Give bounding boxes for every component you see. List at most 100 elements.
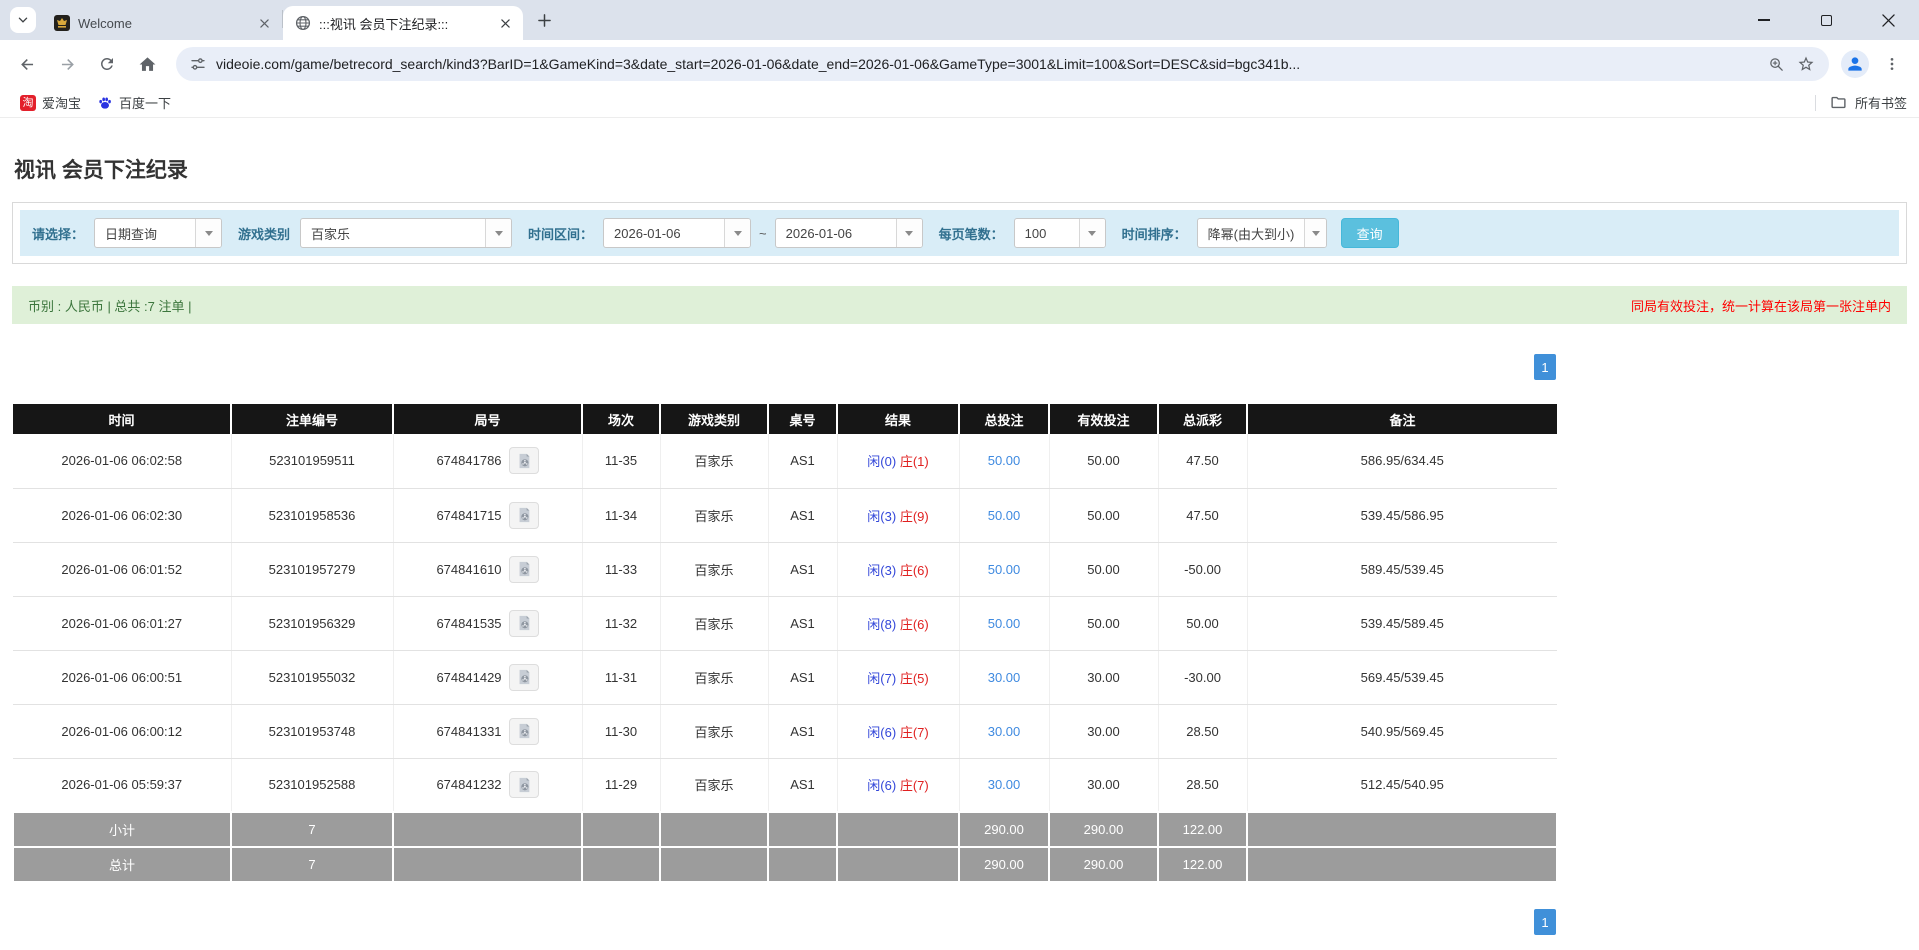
site-info-icon[interactable] <box>190 56 206 72</box>
tab-close-icon[interactable] <box>497 15 513 31</box>
cell-game-kind: 百家乐 <box>660 542 768 596</box>
date-end-dropdown[interactable]: 2026-01-06 <box>775 218 923 248</box>
tab-close-icon[interactable] <box>256 15 272 31</box>
cell-valid-bet: 30.00 <box>1049 650 1158 704</box>
cell-round: 674841331 <box>393 704 582 758</box>
round-number: 674841535 <box>436 616 501 631</box>
cell-table-no: AS1 <box>768 758 837 812</box>
chevron-down-icon[interactable] <box>485 219 511 247</box>
browser-tab-strip: Welcome :::视讯 会员下注纪录::: <box>0 0 1919 40</box>
cell-result: 闲(3) 庄(6) <box>837 542 959 596</box>
bookmarks-divider <box>1815 95 1816 111</box>
video-replay-button[interactable] <box>509 447 539 474</box>
round-number: 674841232 <box>436 777 501 792</box>
foot-total-bet: 290.00 <box>959 847 1049 882</box>
video-replay-button[interactable] <box>509 610 539 637</box>
cell-table-no: AS1 <box>768 488 837 542</box>
chevron-down-icon[interactable] <box>1304 219 1325 247</box>
total-bet-link[interactable]: 50.00 <box>988 453 1021 468</box>
url-text[interactable]: videoie.com/game/betrecord_search/kind3?… <box>216 56 1758 72</box>
browser-toolbar: videoie.com/game/betrecord_search/kind3?… <box>0 40 1919 88</box>
back-button[interactable] <box>10 47 44 81</box>
cell-payout: 47.50 <box>1158 434 1247 488</box>
profile-avatar[interactable] <box>1841 50 1869 78</box>
cell-result: 闲(0) 庄(1) <box>837 434 959 488</box>
round-number: 674841715 <box>436 508 501 523</box>
tab-betrecord[interactable]: :::视讯 会员下注纪录::: <box>283 6 523 40</box>
per-page-dropdown[interactable]: 100 <box>1014 218 1106 248</box>
new-tab-button[interactable] <box>531 7 557 33</box>
video-replay-button[interactable] <box>509 664 539 691</box>
total-bet-link[interactable]: 50.00 <box>988 616 1021 631</box>
total-bet-link[interactable]: 50.00 <box>988 508 1021 523</box>
bookmark-taobao[interactable]: 淘 爱淘宝 <box>12 91 89 115</box>
address-bar[interactable]: videoie.com/game/betrecord_search/kind3?… <box>176 47 1829 81</box>
total-bet-link[interactable]: 30.00 <box>988 724 1021 739</box>
minimize-button[interactable] <box>1733 0 1795 40</box>
cell-round: 674841232 <box>393 758 582 812</box>
result-player: 闲(3) <box>867 563 896 578</box>
select-type-dropdown[interactable]: 日期查询 <box>94 218 222 248</box>
cell-valid-bet: 50.00 <box>1049 434 1158 488</box>
reload-button[interactable] <box>90 47 124 81</box>
cell-result: 闲(7) 庄(5) <box>837 650 959 704</box>
cell-round: 674841429 <box>393 650 582 704</box>
sort-dropdown[interactable]: 降幂(由大到小) <box>1197 218 1327 248</box>
cell-valid-bet: 30.00 <box>1049 758 1158 812</box>
menu-icon[interactable] <box>1875 47 1909 81</box>
cell-note: 586.95/634.45 <box>1247 434 1557 488</box>
taobao-icon: 淘 <box>20 95 36 111</box>
foot-total-bet: 290.00 <box>959 812 1049 847</box>
search-button[interactable]: 查询 <box>1341 218 1399 248</box>
bookmark-star-icon[interactable] <box>1797 55 1815 73</box>
page-title: 视讯 会员下注纪录 <box>12 118 1907 202</box>
date-start-dropdown[interactable]: 2026-01-06 <box>603 218 751 248</box>
baidu-paw-icon <box>97 95 113 111</box>
home-button[interactable] <box>130 47 164 81</box>
total-bet-link[interactable]: 30.00 <box>988 670 1021 685</box>
video-replay-icon <box>516 615 532 631</box>
bet-record-table: 时间注单编号局号场次游戏类别桌号结果总投注有效投注总派彩备注 2026-01-0… <box>12 404 1558 883</box>
total-bet-link[interactable]: 50.00 <box>988 562 1021 577</box>
tab-search-button[interactable] <box>10 7 36 33</box>
video-replay-button[interactable] <box>509 771 539 798</box>
chevron-down-icon[interactable] <box>724 219 750 247</box>
chevron-down-icon[interactable] <box>1079 219 1105 247</box>
video-replay-button[interactable] <box>509 718 539 745</box>
cell-round: 674841786 <box>393 434 582 488</box>
filter-bar: 请选择： 日期查询 游戏类别 百家乐 时间区间： 2026-01-06 ~ 20… <box>20 210 1899 256</box>
bookmark-baidu[interactable]: 百度一下 <box>89 91 179 115</box>
chevron-down-icon[interactable] <box>195 219 221 247</box>
cell-total-bet: 50.00 <box>959 434 1049 488</box>
foot-valid-bet: 290.00 <box>1049 812 1158 847</box>
zoom-icon[interactable] <box>1768 56 1785 73</box>
cell-valid-bet: 50.00 <box>1049 488 1158 542</box>
page-button[interactable]: 1 <box>1534 909 1556 935</box>
chevron-down-icon[interactable] <box>896 219 922 247</box>
forward-button[interactable] <box>50 47 84 81</box>
cell-total-bet: 50.00 <box>959 488 1049 542</box>
game-kind-dropdown[interactable]: 百家乐 <box>300 218 512 248</box>
bet-table-body: 2026-01-06 06:02:58523101959511674841786… <box>13 434 1557 812</box>
cell-valid-bet: 50.00 <box>1049 542 1158 596</box>
all-bookmarks-folder-icon <box>1830 94 1847 111</box>
pagination-top: 1 <box>12 354 1556 380</box>
cell-note: 569.45/539.45 <box>1247 650 1557 704</box>
cell-note: 540.95/569.45 <box>1247 704 1557 758</box>
video-replay-icon <box>516 777 532 793</box>
tab-welcome[interactable]: Welcome <box>42 6 282 40</box>
all-bookmarks-label[interactable]: 所有书签 <box>1855 93 1907 112</box>
close-button[interactable] <box>1857 0 1919 40</box>
date-range-label: 时间区间： <box>528 224 593 243</box>
video-replay-button[interactable] <box>509 556 539 583</box>
result-banker: 庄(1) <box>900 454 929 469</box>
cell-bet-id: 523101956329 <box>231 596 393 650</box>
total-bet-link[interactable]: 30.00 <box>988 777 1021 792</box>
cell-bet-id: 523101959511 <box>231 434 393 488</box>
video-replay-button[interactable] <box>509 502 539 529</box>
cell-bet-id: 523101957279 <box>231 542 393 596</box>
maximize-button[interactable] <box>1795 0 1857 40</box>
foot-count: 7 <box>231 812 393 847</box>
globe-favicon-icon <box>295 15 311 31</box>
page-button[interactable]: 1 <box>1534 354 1556 380</box>
